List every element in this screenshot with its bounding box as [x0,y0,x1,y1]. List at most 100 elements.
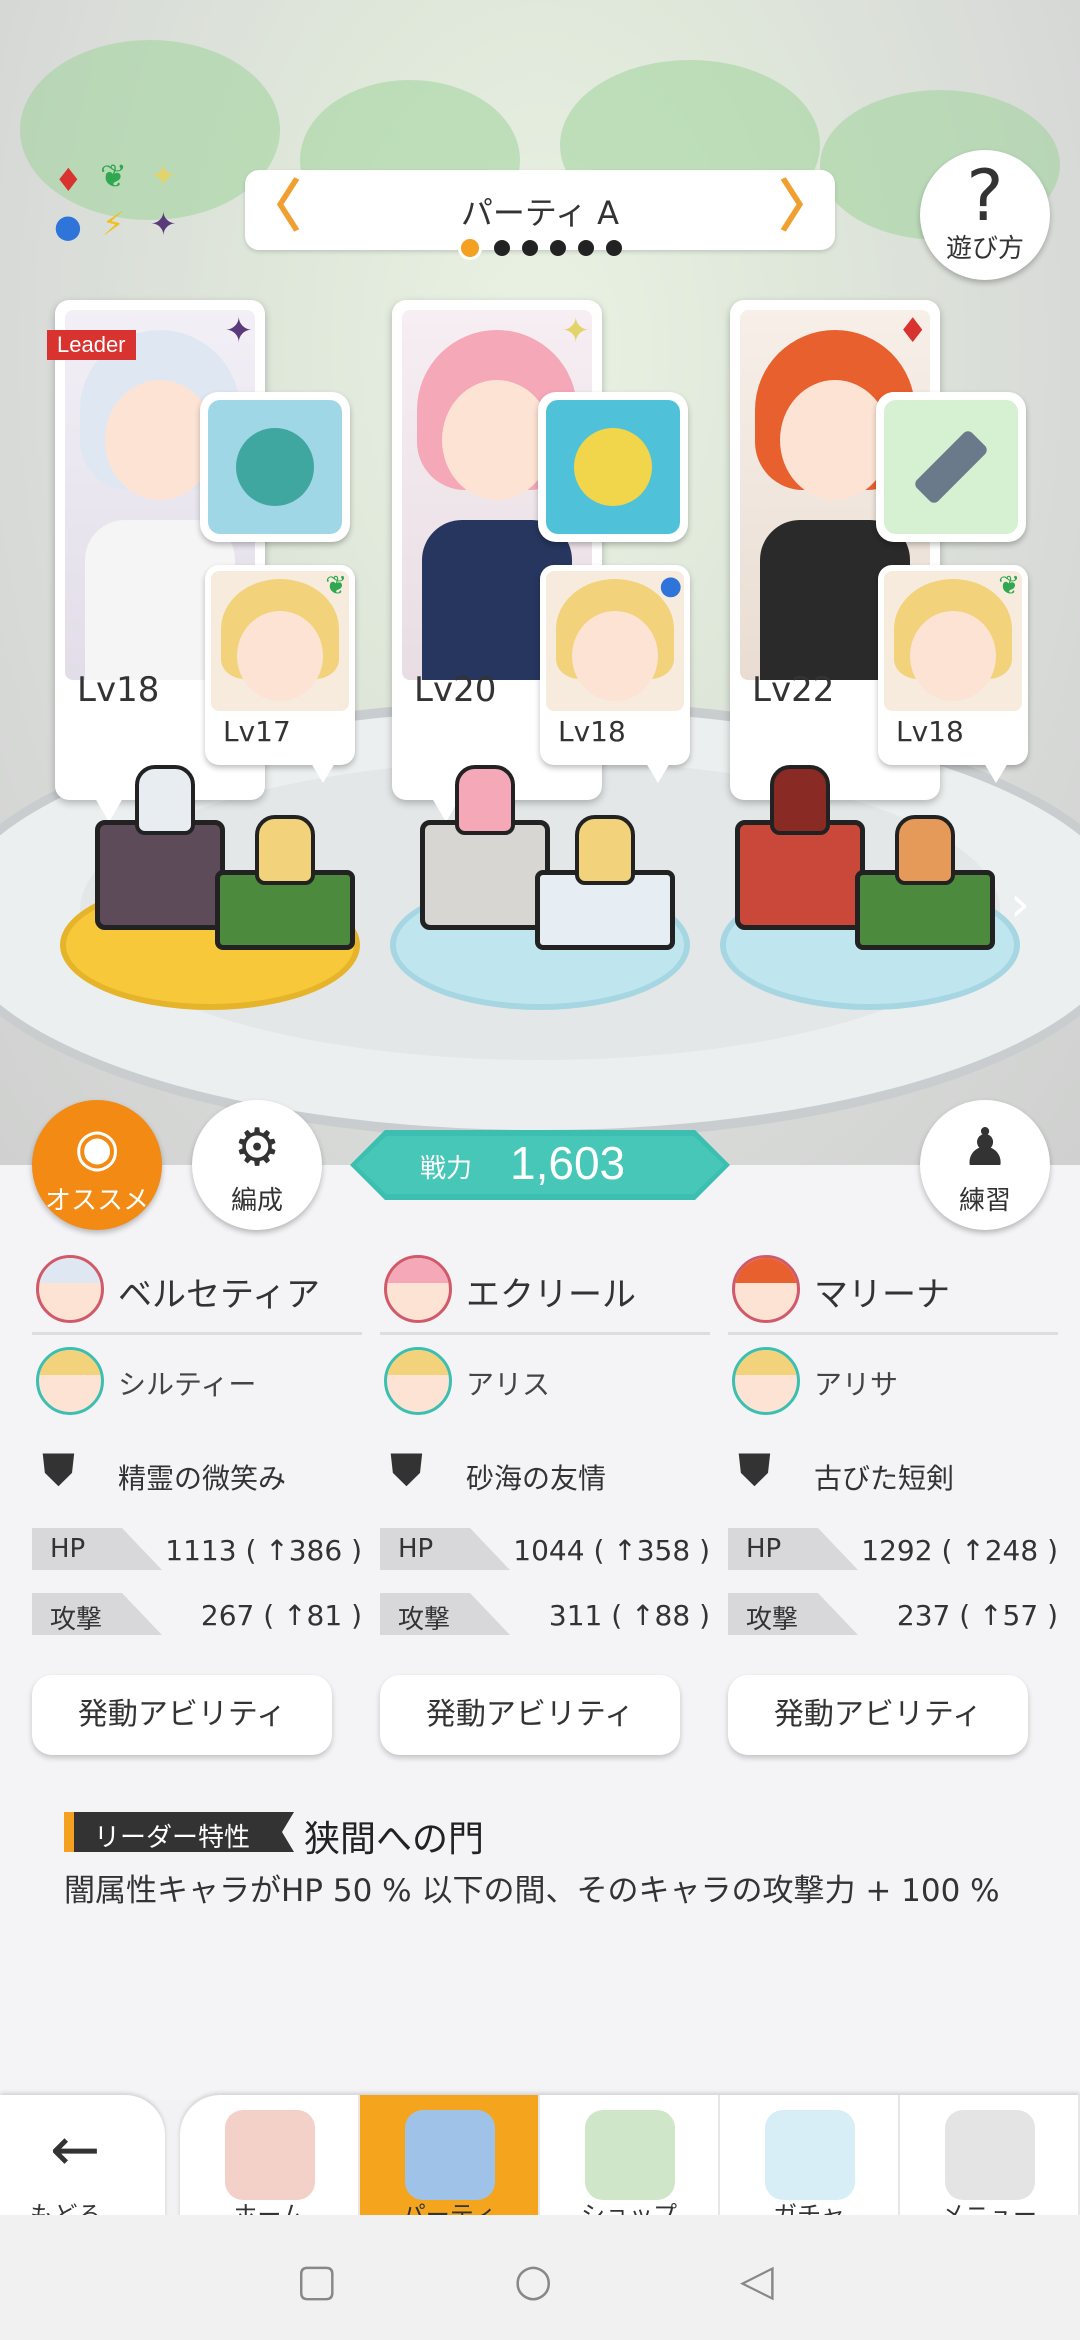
character-level: Lv18 [77,670,160,710]
tab-home[interactable]: ホーム [180,2095,360,2225]
hp-value: 1113 ( ↑386 ) [165,1534,362,1567]
character-level: Lv22 [752,670,835,710]
sub-character-level: Lv17 [223,715,291,748]
tab-shop[interactable]: ショップ [540,2095,720,2225]
sub-character-card[interactable]: ❦ Lv17 [205,565,355,783]
back-triangle-icon[interactable]: ◁ [740,2255,774,2306]
page-dot[interactable] [494,240,510,256]
equipment-row[interactable]: ⛊ 精霊の微笑み [32,1445,362,1515]
ability-button[interactable]: 発動アビリティ [728,1675,1028,1755]
sub-character-row[interactable]: アリス [380,1335,710,1425]
main-character-row[interactable]: エクリール [380,1245,710,1335]
character-level: Lv20 [414,670,497,710]
chibi-character [770,765,830,835]
avatar [36,1347,104,1415]
character-column: マリーナ アリサ ⛊ 古びた短剣 HP 1292 ( ↑248 ) 攻撃 237… [728,1245,1058,1755]
leader-skill-name: 狭間への門 [304,1819,485,1860]
wind-leaf-icon: ❦ [325,571,347,601]
recommend-button[interactable]: ◉ オススメ [32,1100,162,1230]
avatar [384,1347,452,1415]
person-gear-icon: ⚙ [233,1118,281,1178]
attack-value: 311 ( ↑88 ) [548,1599,710,1632]
menu-icon [945,2110,1035,2200]
main-character-row[interactable]: マリーナ [728,1245,1058,1335]
page-dot[interactable] [550,240,566,256]
training-dummy-icon: ♟ [961,1118,1009,1178]
leader-tag: Leader [47,330,136,360]
home-circle-icon[interactable]: ○ [514,2255,552,2306]
shield-sword-icon: ⛊ [390,1445,423,1496]
pedestal-pillar [735,820,865,930]
sub-character-row[interactable]: アリサ [728,1335,1058,1425]
equipment-row[interactable]: ⛊ 砂海の友情 [380,1445,710,1515]
sub-character-card[interactable]: ❦ Lv18 [878,565,1028,783]
page-dot[interactable] [522,240,538,256]
character-name: マリーナ [814,1275,950,1315]
chibi-character [135,765,195,835]
formation-button[interactable]: ⚙ 編成 [192,1100,322,1230]
thunder-icon: ⚡ [102,205,125,243]
main-character-row[interactable]: ベルセティア [32,1245,362,1335]
ability-button[interactable]: 発動アビリティ [32,1675,332,1755]
nav-tabs: ホーム パーティ ショップ ガチャ メニュー [180,2095,1080,2225]
attack-value: 237 ( ↑57 ) [896,1599,1058,1632]
equipment-slot[interactable] [876,392,1026,542]
chibi-character [575,815,635,885]
equipment-slot[interactable] [200,392,350,542]
light-star-icon: ✦ [561,311,591,351]
party-selector: 〈 〉 パーティ A [245,170,835,260]
avatar [36,1255,104,1323]
sub-character-level: Lv18 [896,715,964,748]
recommend-label: オススメ [44,1186,149,1216]
shop-icon [585,2110,675,2200]
formation-label: 編成 [230,1186,283,1216]
equipment-slot[interactable] [538,392,688,542]
attack-stat: 攻撃 237 ( ↑57 ) [728,1593,1058,1637]
attack-label: 攻撃 [746,1605,799,1635]
sub-character-card[interactable]: ● Lv18 [540,565,690,783]
hp-value: 1292 ( ↑248 ) [861,1534,1058,1567]
tab-gacha[interactable]: ガチャ [720,2095,900,2225]
hp-label: HP [746,1534,782,1564]
wind-icon: ❦ [100,157,127,195]
water-circle-icon: ● [659,571,682,601]
home-icon [225,2110,315,2200]
gacha-icon [765,2110,855,2200]
recent-apps-icon[interactable]: ▢ [296,2255,338,2306]
sand-equipment-icon [574,428,652,506]
sub-character-name: アリサ [814,1368,899,1401]
attack-stat: 攻撃 311 ( ↑88 ) [380,1593,710,1637]
hp-label: HP [398,1534,434,1564]
party-icon [405,2110,495,2200]
tab-party[interactable]: パーティ [360,2095,540,2225]
practice-label: 練習 [958,1186,1011,1216]
chibi-character [255,815,315,885]
help-button[interactable]: ? 遊び方 [920,150,1050,280]
sub-character-level: Lv18 [558,715,626,748]
practice-button[interactable]: ♟ 練習 [920,1100,1050,1230]
element-affinity-chart[interactable]: ♦ ❦ ✦ ● ⚡ ✦ [50,160,190,250]
next-arrow-icon[interactable]: › [1010,875,1030,933]
system-navigation-bar: ▢ ○ ◁ [0,2215,1080,2340]
tab-menu[interactable]: メニュー [900,2095,1080,2225]
power-value: 1,603 [510,1137,626,1189]
page-dot[interactable] [458,236,482,260]
hp-value: 1044 ( ↑358 ) [513,1534,710,1567]
orb-equipment-icon [236,428,314,506]
back-arrow-icon: ← [50,2115,101,2185]
power-label: 戦力 [420,1154,473,1184]
page-dot[interactable] [606,240,622,256]
character-column: エクリール アリス ⛊ 砂海の友情 HP 1044 ( ↑358 ) 攻撃 31… [380,1245,710,1755]
character-name: ベルセティア [118,1275,320,1315]
pedestal-pillar [420,820,550,930]
avatar [384,1255,452,1323]
party-page-dots [245,236,835,260]
wind-leaf-icon: ❦ [998,571,1020,601]
sub-character-name: アリス [466,1368,551,1401]
equipment-name: 精霊の微笑み [118,1462,287,1495]
equipment-row[interactable]: ⛊ 古びた短剣 [728,1445,1058,1515]
page-dot[interactable] [578,240,594,256]
sub-character-row[interactable]: シルティー [32,1335,362,1425]
back-button[interactable]: ← もどる [0,2095,165,2229]
ability-button[interactable]: 発動アビリティ [380,1675,680,1755]
